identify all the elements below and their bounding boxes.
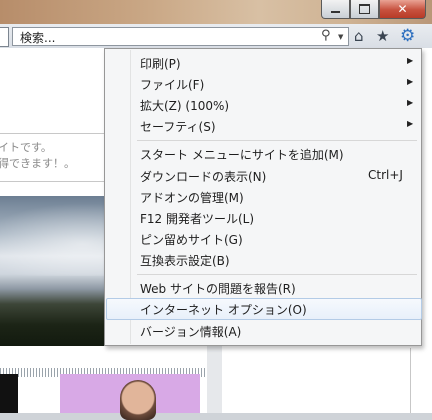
menu-item-print[interactable]: 印刷(P) ▶ bbox=[106, 52, 420, 73]
minimize-icon bbox=[331, 11, 340, 13]
page-text: イトです。 bbox=[0, 141, 52, 154]
browser-toolbar: 検索... ⚲ ▼ ⌂ ★ ⚙ bbox=[0, 24, 432, 49]
menu-item-pinned-sites[interactable]: ピン留めサイト(G) bbox=[106, 228, 420, 249]
menu-item-safety[interactable]: セーフティ(S) ▶ bbox=[106, 115, 420, 136]
gear-icon[interactable]: ⚙ bbox=[400, 27, 415, 45]
menu-item-view-downloads[interactable]: ダウンロードの表示(N) Ctrl+J bbox=[106, 165, 420, 186]
star-icon[interactable]: ★ bbox=[376, 27, 389, 45]
face-image bbox=[120, 380, 156, 420]
menu-item-report-website-problem[interactable]: Web サイトの問題を報告(R) bbox=[106, 277, 420, 298]
menu-item-label: セーフティ(S) bbox=[140, 120, 216, 134]
menu-item-label: ピン留めサイト(G) bbox=[140, 233, 243, 247]
chevron-down-icon[interactable]: ▼ bbox=[338, 33, 343, 41]
menu-item-label: 互換表示設定(B) bbox=[140, 254, 230, 268]
search-input[interactable]: 検索... ⚲ ▼ bbox=[12, 27, 349, 46]
home-icon[interactable]: ⌂ bbox=[354, 27, 364, 45]
address-bar-edge[interactable] bbox=[0, 27, 9, 47]
maximize-icon bbox=[359, 4, 370, 14]
menu-item-developer-tools[interactable]: F12 開発者ツール(L) bbox=[106, 207, 420, 228]
menu-item-compatibility-view[interactable]: 互換表示設定(B) bbox=[106, 249, 420, 270]
page-text: 得できます！。 bbox=[0, 157, 75, 170]
menu-item-label: ダウンロードの表示(N) bbox=[140, 170, 267, 184]
menu-item-zoom[interactable]: 拡大(Z) (100%) ▶ bbox=[106, 94, 420, 115]
search-placeholder: 検索... bbox=[20, 31, 56, 45]
maximize-button[interactable] bbox=[350, 0, 379, 19]
menu-separator bbox=[137, 140, 417, 141]
profile-photo bbox=[60, 374, 200, 420]
menu-item-label: ファイル(F) bbox=[140, 78, 205, 92]
submenu-arrow-icon: ▶ bbox=[407, 119, 414, 128]
close-icon: ✕ bbox=[397, 2, 408, 16]
minimize-button[interactable] bbox=[321, 0, 350, 19]
close-button[interactable]: ✕ bbox=[379, 0, 426, 19]
menu-item-label: F12 開発者ツール(L) bbox=[140, 212, 255, 226]
menu-item-label: Web サイトの問題を報告(R) bbox=[140, 282, 296, 296]
submenu-arrow-icon: ▶ bbox=[407, 98, 414, 107]
menu-item-label: 拡大(Z) (100%) bbox=[140, 99, 230, 113]
menu-item-label: バージョン情報(A) bbox=[140, 325, 242, 339]
submenu-arrow-icon: ▶ bbox=[407, 56, 414, 65]
window-controls: ✕ bbox=[321, 0, 426, 19]
window-titlebar: ✕ bbox=[0, 0, 432, 24]
menu-item-about[interactable]: バージョン情報(A) bbox=[106, 320, 420, 341]
menu-item-label: 印刷(P) bbox=[140, 57, 181, 71]
menu-item-shortcut: Ctrl+J bbox=[368, 168, 403, 182]
search-icon[interactable]: ⚲ bbox=[321, 28, 331, 43]
menu-item-add-to-start-menu[interactable]: スタート メニューにサイトを追加(M) bbox=[106, 143, 420, 164]
divider bbox=[410, 348, 411, 413]
submenu-arrow-icon: ▶ bbox=[407, 77, 414, 86]
menu-item-manage-addons[interactable]: アドオンの管理(M) bbox=[106, 186, 420, 207]
menu-item-label: スタート メニューにサイトを追加(M) bbox=[140, 148, 344, 162]
menu-item-file[interactable]: ファイル(F) ▶ bbox=[106, 73, 420, 94]
menu-item-label: アドオンの管理(M) bbox=[140, 191, 244, 205]
tools-menu: 印刷(P) ▶ ファイル(F) ▶ 拡大(Z) (100%) ▶ セーフティ(S… bbox=[104, 48, 422, 346]
dark-thumbnail bbox=[0, 374, 18, 413]
menu-separator bbox=[137, 274, 417, 275]
menu-item-label: インターネット オプション(O) bbox=[140, 303, 307, 317]
menu-item-internet-options[interactable]: インターネット オプション(O) bbox=[106, 298, 422, 320]
